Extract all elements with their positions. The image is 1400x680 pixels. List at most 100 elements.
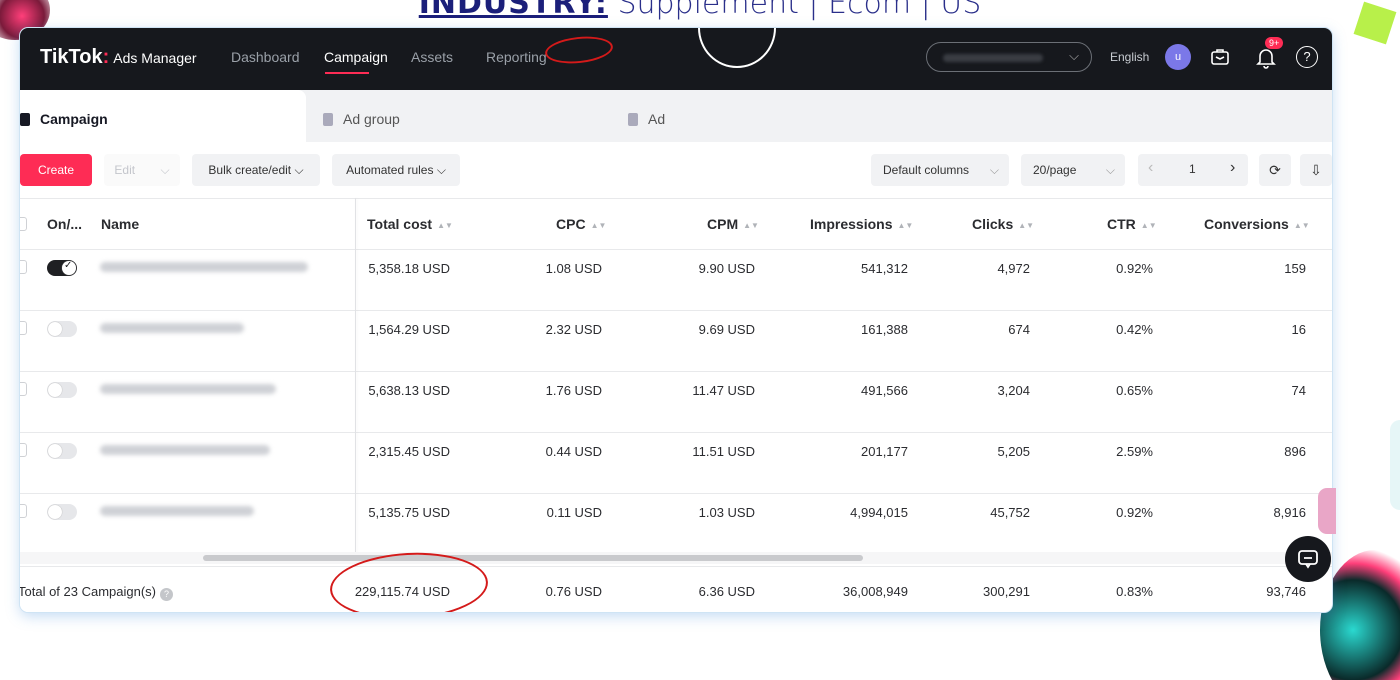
nav-dashboard[interactable]: Dashboard	[231, 49, 300, 65]
language-switch[interactable]: English	[1110, 50, 1149, 64]
columns-label: Default columns	[883, 163, 970, 177]
cell-cpm: 9.90 USD	[698, 261, 755, 276]
cell-cpm: 9.69 USD	[698, 322, 755, 337]
help-icon[interactable]: ?	[1296, 46, 1318, 68]
tiktok-logo[interactable]: TikTok: Ads Manager	[40, 46, 197, 69]
col-clicks[interactable]: Clicks ▲▼	[972, 216, 1034, 232]
col-cpm[interactable]: CPM ▲▼	[707, 216, 759, 232]
col-ctr[interactable]: CTR ▲▼	[1107, 216, 1157, 232]
tab-campaign[interactable]: Campaign	[20, 90, 306, 142]
account-selector[interactable]: ⌵	[926, 42, 1092, 72]
logo-text: TikTok	[40, 46, 103, 68]
next-page-button[interactable]: ›	[1230, 159, 1235, 177]
page-size-select[interactable]: 20/page ⌵	[1021, 154, 1125, 186]
sort-icon: ▲▼	[590, 221, 607, 230]
export-icon[interactable]: ⇩	[1300, 154, 1332, 186]
table-row[interactable]: 5,135.75 USD 0.11 USD 1.03 USD 4,994,015…	[20, 494, 1332, 555]
edit-button[interactable]: Edit ⌵	[104, 154, 180, 186]
nav-campaign[interactable]: Campaign	[324, 49, 388, 65]
sort-icon: ▲▼	[437, 221, 453, 230]
cell-ctr: 0.42%	[1116, 322, 1153, 337]
col-cpc[interactable]: CPC ▲▼	[556, 216, 606, 232]
campaign-name-blurred[interactable]	[100, 323, 244, 333]
col-total-cost[interactable]: Total cost ▲▼	[367, 216, 453, 232]
status-toggle[interactable]	[47, 443, 77, 459]
col-conversions[interactable]: Conversions ▲▼	[1204, 216, 1310, 232]
table-row[interactable]: 1,564.29 USD 2.32 USD 9.69 USD 161,388 6…	[20, 311, 1332, 372]
tab-ad[interactable]: Ad	[628, 90, 665, 142]
help-icon[interactable]: ?	[160, 588, 174, 601]
screenshot-page: INDUSTRY: Supplement | Ecom | US TikTok:…	[0, 0, 1400, 680]
edit-label: Edit	[114, 163, 136, 177]
rules-label: Automated rules	[346, 163, 434, 177]
cell-conversions: 896	[1284, 444, 1306, 459]
col-impressions[interactable]: Impressions ▲▼	[810, 216, 913, 232]
select-all-checkbox[interactable]	[20, 217, 27, 231]
bulk-create-edit-button[interactable]: Bulk create/edit ⌵	[192, 154, 320, 186]
create-button[interactable]: Create	[20, 154, 92, 186]
toggle-knob	[48, 383, 62, 397]
automated-rules-button[interactable]: Automated rules ⌵	[332, 154, 460, 186]
status-toggle[interactable]	[47, 321, 77, 337]
scrollbar-thumb[interactable]	[203, 555, 863, 561]
sort-icon: ▲▼	[1293, 221, 1310, 230]
cell-impressions: 161,388	[861, 322, 908, 337]
row-checkbox[interactable]	[20, 443, 27, 457]
page-size-label: 20/page	[1033, 163, 1077, 177]
chat-icon[interactable]	[1285, 536, 1331, 582]
cell-impressions: 541,312	[861, 261, 908, 276]
account-name-blurred	[943, 54, 1043, 62]
logo-subtitle: Ads Manager	[113, 50, 197, 66]
table-row[interactable]: 2,315.45 USD 0.44 USD 11.51 USD 201,177 …	[20, 433, 1332, 494]
col-label: CPM	[707, 216, 739, 232]
col-on-off[interactable]: On/...	[47, 216, 82, 232]
row-checkbox[interactable]	[20, 382, 27, 396]
campaign-name-blurred[interactable]	[100, 262, 308, 272]
annotation-ellipse	[543, 33, 615, 67]
tab-ad-group[interactable]: Ad group	[323, 90, 400, 142]
cell-clicks: 4,972	[997, 261, 1030, 276]
chevron-down-icon: ⌵	[1069, 48, 1079, 63]
prev-page-button[interactable]: ‹	[1148, 159, 1153, 177]
row-checkbox[interactable]	[20, 504, 27, 518]
cell-ctr: 0.65%	[1116, 383, 1153, 398]
refresh-icon[interactable]: ⟳	[1259, 154, 1291, 186]
nav-assets[interactable]: Assets	[411, 49, 453, 65]
status-toggle[interactable]	[47, 382, 77, 398]
table-row[interactable]: 5,638.13 USD 1.76 USD 11.47 USD 491,566 …	[20, 372, 1332, 433]
toolbar: Create Edit ⌵ Bulk create/edit ⌵ Automat…	[20, 142, 1332, 196]
slide-title: INDUSTRY: Supplement | Ecom | US	[0, 0, 1400, 21]
toggle-knob	[48, 322, 62, 336]
cell-total-cost: 5,638.13 USD	[368, 383, 450, 398]
totals-label-text: Total of 23 Campaign(s)	[20, 584, 157, 599]
status-toggle[interactable]	[47, 504, 77, 520]
campaign-name-blurred[interactable]	[100, 506, 254, 516]
row-checkbox[interactable]	[20, 321, 27, 335]
chevron-down-icon: ⌵	[1105, 163, 1115, 177]
toggle-knob	[48, 444, 62, 458]
col-name[interactable]: Name	[101, 216, 139, 232]
columns-select[interactable]: Default columns ⌵	[871, 154, 1009, 186]
chevron-down-icon: ⌵	[436, 163, 446, 177]
sort-icon: ▲▼	[1018, 221, 1035, 230]
nav-reporting[interactable]: Reporting	[486, 49, 547, 65]
cell-total-cost: 2,315.45 USD	[368, 444, 450, 459]
status-toggle[interactable]	[47, 260, 77, 276]
impressions-total: 36,008,949	[842, 584, 908, 599]
cell-clicks: 3,204	[997, 383, 1030, 398]
table-row[interactable]: 5,358.18 USD 1.08 USD 9.90 USD 541,312 4…	[20, 250, 1332, 311]
row-checkbox[interactable]	[20, 260, 27, 274]
cell-impressions: 4,994,015	[850, 505, 908, 520]
bell-icon[interactable]	[1256, 47, 1276, 73]
campaign-name-blurred[interactable]	[100, 384, 276, 394]
annotation-circle	[698, 28, 776, 68]
folder-icon	[20, 113, 30, 126]
briefcase-icon[interactable]	[1210, 47, 1230, 71]
cell-cpm: 11.47 USD	[692, 383, 755, 398]
page-number[interactable]: 1	[1189, 162, 1196, 176]
cell-conversions: 16	[1291, 322, 1306, 337]
campaign-name-blurred[interactable]	[100, 445, 270, 455]
cell-ctr: 0.92%	[1116, 261, 1153, 276]
avatar[interactable]: u	[1165, 44, 1191, 70]
side-tab[interactable]	[1318, 488, 1336, 534]
